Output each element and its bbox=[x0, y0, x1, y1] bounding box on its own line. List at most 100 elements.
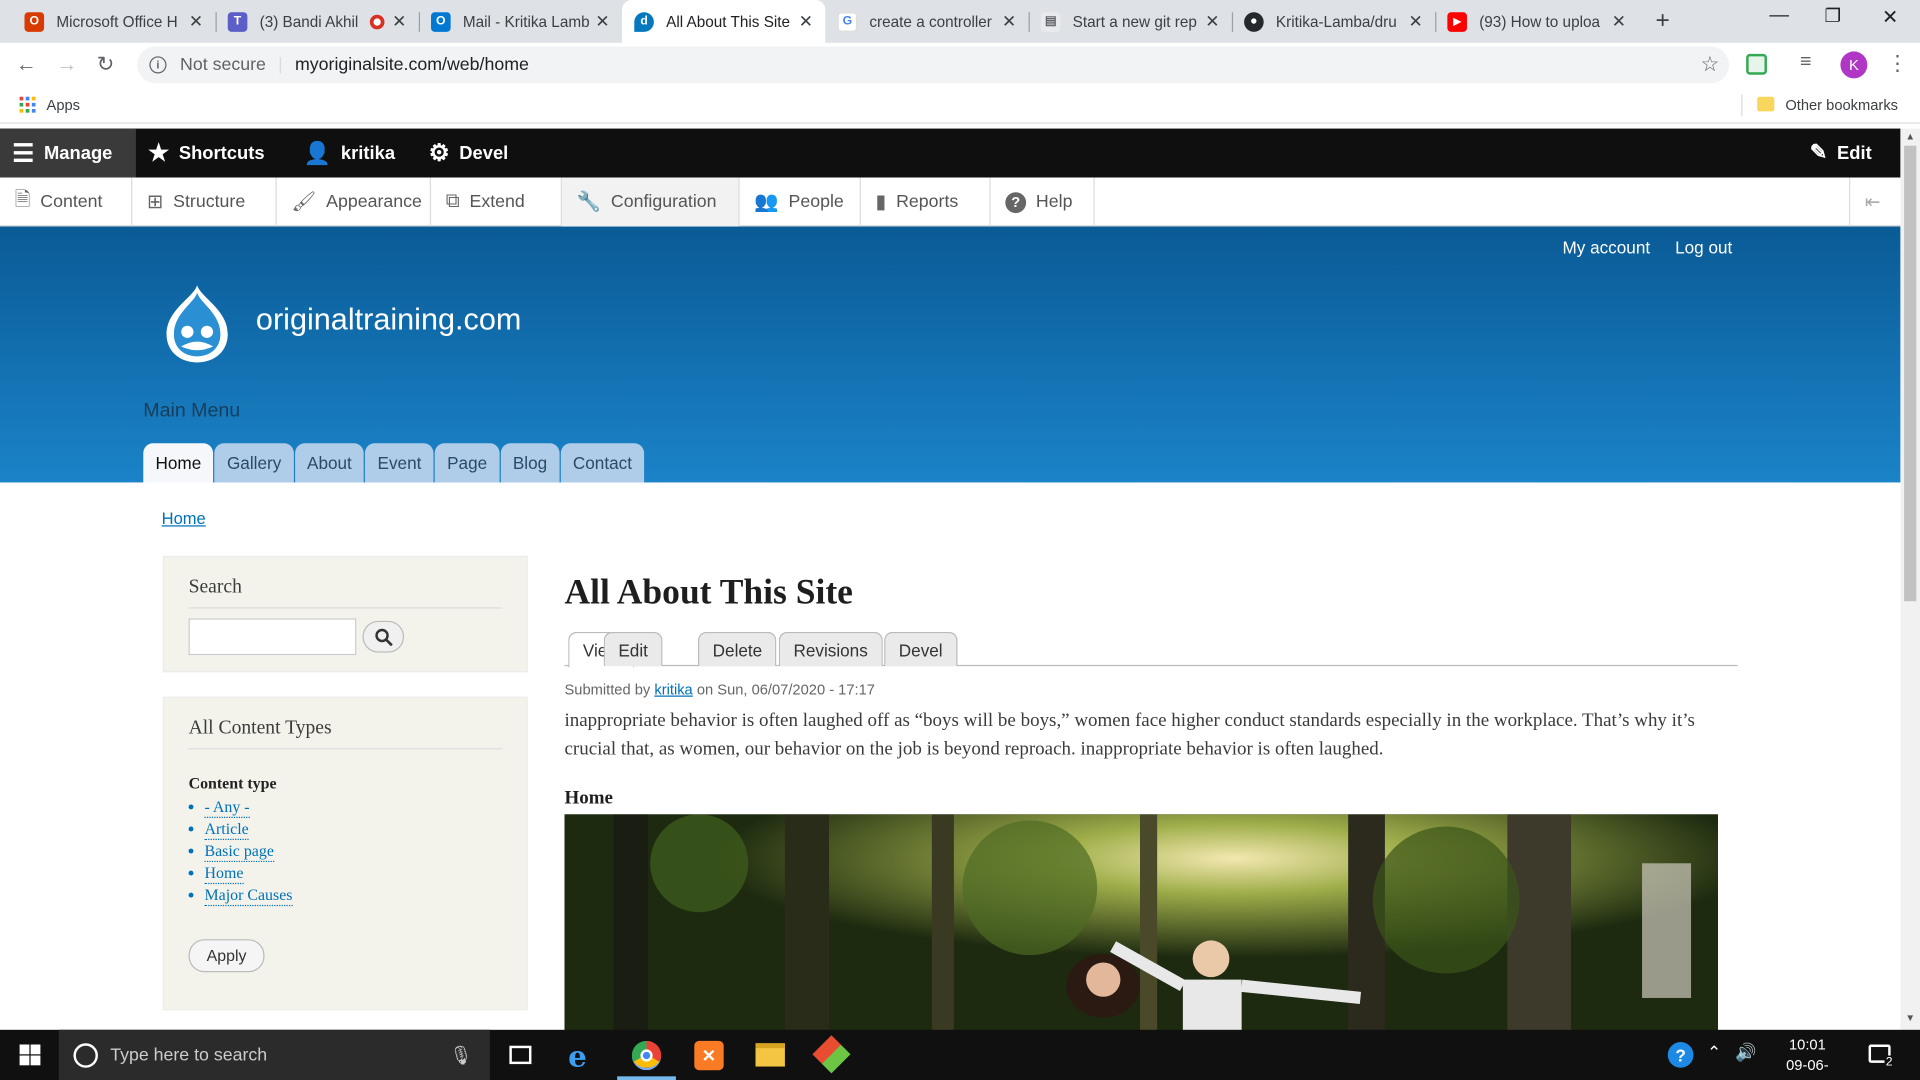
tray-orientation-toggle[interactable]: ⇤ bbox=[1848, 177, 1900, 227]
search-button[interactable] bbox=[362, 620, 405, 653]
profile-avatar[interactable]: K bbox=[1840, 51, 1868, 79]
content-type-link[interactable]: Major Causes bbox=[204, 885, 293, 906]
star-icon: ★ bbox=[148, 140, 170, 166]
xampp-icon[interactable]: ✕ bbox=[694, 1040, 724, 1071]
edit-toggle-button[interactable]: ✎ Edit bbox=[1810, 129, 1872, 178]
menu-item-page[interactable]: Page bbox=[434, 443, 500, 483]
menu-item-about[interactable]: About bbox=[294, 443, 365, 483]
browser-tab[interactable]: G create a controller ✕ bbox=[825, 0, 1030, 43]
bookmark-other[interactable]: Other bookmarks bbox=[1785, 97, 1898, 114]
log-out-link[interactable]: Log out bbox=[1675, 238, 1732, 258]
devel-button[interactable]: ⚙ Devel bbox=[429, 129, 509, 178]
tray-item-appearance[interactable]: 🖌 Appearance bbox=[277, 177, 432, 227]
content-types-title: All Content Types bbox=[188, 718, 503, 750]
search-input[interactable] bbox=[188, 618, 357, 656]
menu-kebab-icon[interactable]: ⋮ bbox=[1887, 51, 1908, 75]
content-type-link[interactable]: - Any - bbox=[204, 797, 250, 818]
extension-icon[interactable] bbox=[1746, 53, 1767, 75]
tab-edit[interactable]: Edit bbox=[603, 631, 663, 667]
chrome-icon[interactable] bbox=[631, 1040, 662, 1071]
task-view-icon[interactable] bbox=[509, 1045, 532, 1065]
author-link[interactable]: kritika bbox=[654, 681, 692, 698]
close-tab-icon[interactable]: ✕ bbox=[1409, 11, 1423, 32]
menu-item-gallery[interactable]: Gallery bbox=[214, 443, 294, 483]
tray-item-extend[interactable]: ⧉ Extend bbox=[431, 177, 563, 227]
apps-grid-icon[interactable] bbox=[19, 96, 36, 113]
tray-item-help[interactable]: ? Help bbox=[991, 177, 1095, 227]
apply-button[interactable]: Apply bbox=[188, 939, 265, 973]
close-tab-icon[interactable]: ✕ bbox=[1205, 11, 1219, 32]
bookmark-apps[interactable]: Apps bbox=[47, 97, 81, 114]
windows-start-icon[interactable] bbox=[19, 1044, 41, 1066]
field-label: Home bbox=[564, 787, 613, 809]
browser-toolbar: ← → ↻ i Not secure | myoriginalsite.com/… bbox=[0, 42, 1920, 87]
tab-delete[interactable]: Delete bbox=[697, 631, 777, 667]
scroll-down-icon[interactable]: ▼ bbox=[1905, 1013, 1915, 1024]
taskbar-clock[interactable]: 10:01 09-06-2020 bbox=[1776, 1035, 1840, 1080]
browser-tab[interactable]: ▶ (93) How to uploa ✕ bbox=[1435, 0, 1638, 43]
browser-tab-active[interactable]: d All About This Site ✕ bbox=[622, 0, 826, 43]
drupal-logo-icon[interactable] bbox=[157, 280, 238, 366]
tray-item-configuration[interactable]: 🔧 Configuration bbox=[562, 177, 740, 227]
close-tab-icon[interactable]: ✕ bbox=[799, 11, 813, 32]
address-bar[interactable]: i Not secure | myoriginalsite.com/web/ho… bbox=[137, 46, 1729, 84]
browser-tab[interactable]: O Microsoft Office H ✕ bbox=[12, 0, 217, 43]
folder-icon bbox=[1757, 96, 1775, 112]
search-icon bbox=[374, 628, 393, 646]
bookmark-star-icon[interactable]: ☆ bbox=[1701, 53, 1720, 77]
scroll-up-icon[interactable]: ▲ bbox=[1905, 131, 1915, 142]
edge-icon[interactable]: e bbox=[568, 1038, 587, 1074]
reload-icon[interactable]: ↻ bbox=[97, 53, 114, 77]
user-button[interactable]: 👤 kritika bbox=[304, 129, 395, 178]
file-explorer-icon[interactable] bbox=[755, 1043, 785, 1067]
menu-item-event[interactable]: Event bbox=[365, 443, 434, 483]
close-window-icon[interactable]: ✕ bbox=[1882, 5, 1898, 29]
content-type-link[interactable]: Basic page bbox=[204, 841, 274, 862]
browser-tab[interactable]: T (3) Bandi Akhil ✕ bbox=[216, 0, 421, 43]
speaker-icon[interactable]: 🔊 bbox=[1735, 1042, 1756, 1063]
manage-button[interactable]: ☰ Manage bbox=[0, 128, 136, 178]
browser-tab[interactable]: O Mail - Kritika Lamb ✕ bbox=[419, 0, 622, 43]
tab-revisions[interactable]: Revisions bbox=[778, 631, 883, 667]
page-scrollbar[interactable]: ▲ ▼ bbox=[1900, 128, 1920, 1030]
minimize-icon[interactable]: — bbox=[1769, 5, 1789, 27]
breadcrumb[interactable]: Home bbox=[162, 509, 206, 527]
tray-item-content[interactable]: 🗎 Content bbox=[0, 177, 133, 227]
back-icon[interactable]: ← bbox=[16, 53, 37, 77]
tray-item-reports[interactable]: ▮ Reports bbox=[861, 177, 991, 227]
close-tab-icon[interactable]: ✕ bbox=[1612, 11, 1626, 32]
cortana-icon bbox=[73, 1042, 98, 1068]
menu-item-contact[interactable]: Contact bbox=[560, 443, 645, 483]
microphone-icon[interactable]: 🎙 bbox=[449, 1044, 472, 1066]
content-type-link[interactable]: Home bbox=[204, 863, 244, 884]
close-tab-icon[interactable]: ✕ bbox=[595, 11, 609, 32]
close-tab-icon[interactable]: ✕ bbox=[1002, 11, 1016, 32]
site-name[interactable]: originaltraining.com bbox=[256, 302, 521, 338]
shortcuts-button[interactable]: ★ Shortcuts bbox=[148, 129, 264, 178]
forward-icon[interactable]: → bbox=[56, 53, 77, 77]
restore-icon[interactable]: ❐ bbox=[1825, 5, 1841, 27]
new-tab-button[interactable]: + bbox=[1656, 7, 1670, 35]
taskbar-search[interactable]: Type here to search 🎙 bbox=[58, 1029, 490, 1080]
menu-item-home[interactable]: Home bbox=[143, 443, 214, 483]
puzzle-icon: ⧉ bbox=[445, 191, 460, 212]
git-icon[interactable] bbox=[812, 1035, 851, 1074]
media-control-icon[interactable]: ≡ bbox=[1800, 51, 1811, 73]
tab-devel[interactable]: Devel bbox=[884, 631, 958, 667]
scrollbar-thumb[interactable] bbox=[1904, 145, 1917, 602]
help-tray-icon[interactable]: ? bbox=[1667, 1042, 1694, 1068]
tray-item-people[interactable]: 👥 People bbox=[740, 177, 861, 227]
my-account-link[interactable]: My account bbox=[1562, 238, 1650, 258]
close-tab-icon[interactable]: ✕ bbox=[189, 11, 203, 32]
browser-tab[interactable]: ▤ Start a new git rep ✕ bbox=[1029, 0, 1234, 43]
browser-tab[interactable]: ● Kritika-Lamba/dru ✕ bbox=[1232, 0, 1437, 43]
chevron-up-icon[interactable]: ⌃ bbox=[1707, 1042, 1721, 1063]
list-item: Major Causes bbox=[189, 884, 293, 906]
content-type-link[interactable]: Article bbox=[204, 819, 249, 840]
tray-item-structure[interactable]: ⊞ Structure bbox=[132, 177, 277, 227]
info-icon[interactable]: i bbox=[149, 56, 167, 74]
url-text[interactable]: myoriginalsite.com/web/home bbox=[295, 55, 529, 75]
close-tab-icon[interactable]: ✕ bbox=[392, 11, 406, 32]
admin-tray: 🗎 Content ⊞ Structure 🖌 Appearance ⧉ Ext… bbox=[0, 177, 1901, 227]
menu-item-blog[interactable]: Blog bbox=[500, 443, 560, 483]
